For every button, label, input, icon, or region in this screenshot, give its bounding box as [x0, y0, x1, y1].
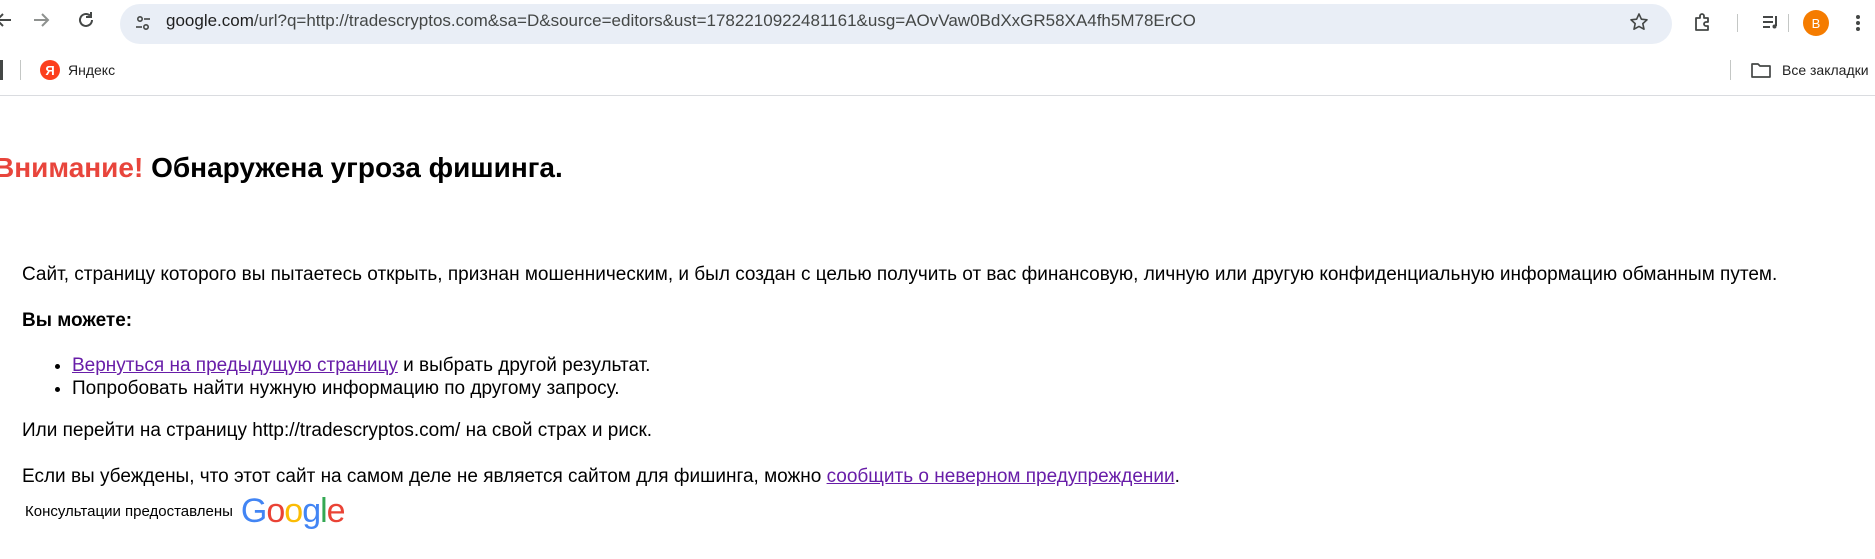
list-item: Попробовать найти нужную информацию по д… — [72, 377, 650, 400]
apps-edge-icon[interactable] — [0, 60, 3, 80]
bookmarks-separator — [20, 60, 21, 80]
bookmark-yandex[interactable]: Я Яндекс — [40, 58, 115, 82]
media-icon[interactable] — [1758, 9, 1784, 35]
intro-text: Сайт, страницу которого вы пытаетесь отк… — [22, 264, 1778, 285]
report-prefix: Если вы убеждены, что этот сайт на самом… — [22, 466, 827, 487]
go-back-link[interactable]: Вернуться на предыдущую страницу — [72, 355, 398, 376]
all-bookmarks-button[interactable]: Все закладки — [1750, 58, 1869, 82]
google-logo: Google — [240, 492, 346, 530]
report-error-link[interactable]: сообщить о неверном предупреждении — [827, 466, 1175, 487]
options-list: Вернуться на предыдущую страницу и выбра… — [22, 354, 650, 400]
forward-arrow-icon[interactable] — [27, 6, 55, 34]
back-arrow-icon[interactable] — [0, 6, 18, 34]
url-path: /url?q=http://tradescryptos.com&sa=D&sou… — [253, 11, 1196, 30]
title-text: Обнаружена угроза фишинга. — [143, 152, 563, 183]
menu-dots-icon[interactable] — [1848, 10, 1868, 36]
proceed-text: Или перейти на страницу http://tradescry… — [22, 420, 653, 441]
extensions-icon[interactable] — [1690, 9, 1716, 35]
option1-rest: и выбрать другой результат. — [397, 355, 651, 376]
bookmarks-separator — [1730, 60, 1731, 80]
you-can-heading: Вы можете: — [22, 310, 133, 331]
yandex-logo-icon: Я — [40, 60, 60, 80]
toolbar-separator — [1737, 14, 1738, 32]
folder-icon — [1751, 63, 1771, 78]
url-domain: google.com — [166, 11, 254, 30]
google-credit: Консультации предоставлены Google — [25, 492, 346, 531]
toolbar-separator — [1788, 14, 1789, 32]
avatar[interactable]: B — [1803, 10, 1829, 36]
bookmark-label: Яндекс — [68, 62, 116, 78]
star-icon[interactable] — [1626, 9, 1652, 35]
credit-label: Консультации предоставлены — [25, 503, 233, 520]
all-bookmarks-label: Все закладки — [1782, 62, 1869, 78]
site-info-icon[interactable] — [128, 8, 158, 38]
warning-label: Внимание! — [0, 152, 144, 183]
reload-icon[interactable] — [72, 6, 100, 34]
list-item: Вернуться на предыдущую страницу и выбра… — [72, 354, 650, 377]
address-bar-url[interactable]: google.com/url?q=http://tradescryptos.co… — [166, 11, 1196, 31]
report-text: Если вы убеждены, что этот сайт на самом… — [22, 466, 1180, 488]
page-title: Внимание! Обнаружена угроза фишинга. — [0, 152, 563, 184]
toolbar-divider — [0, 95, 1875, 96]
report-suffix: . — [1174, 466, 1180, 487]
